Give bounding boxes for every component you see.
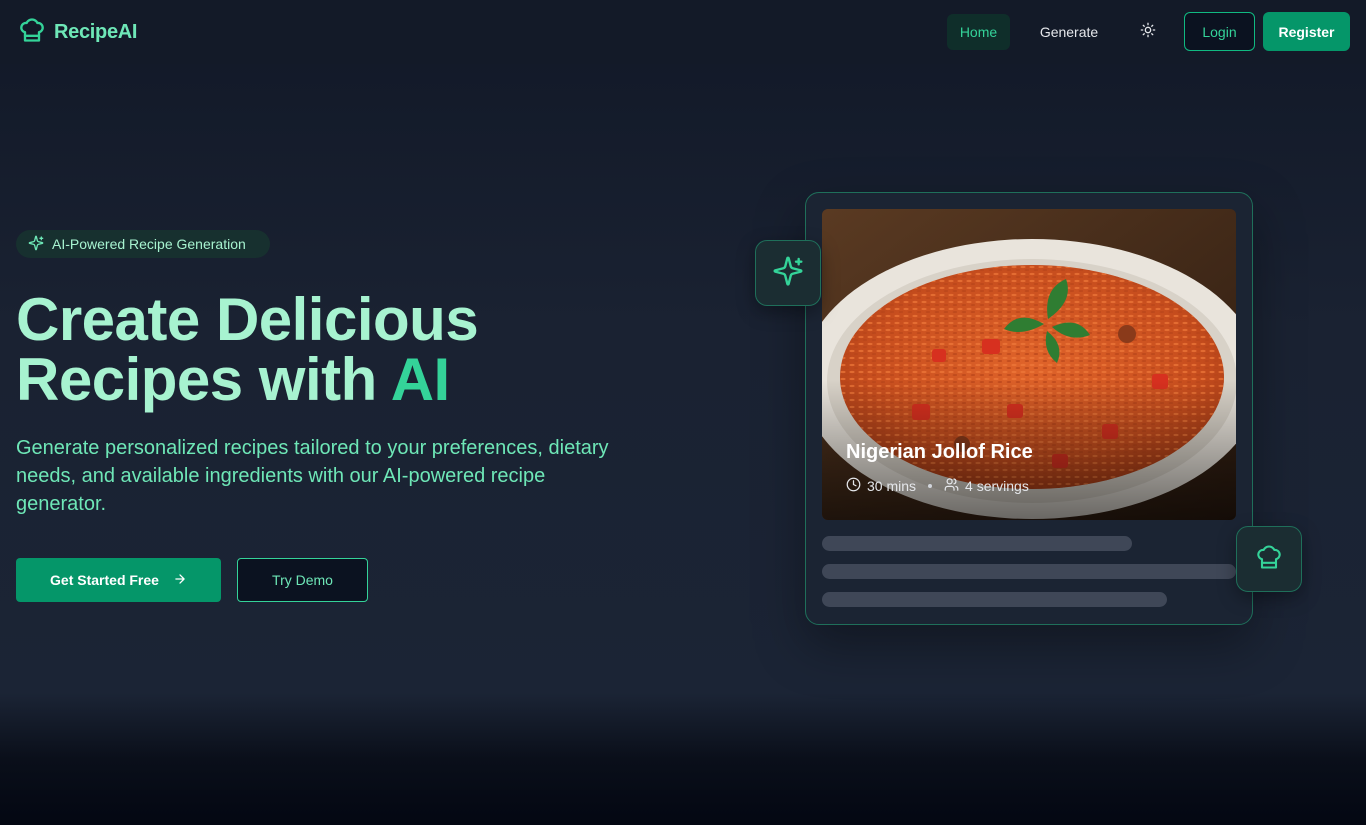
sun-icon xyxy=(1140,22,1156,43)
skeleton-line-2 xyxy=(822,564,1236,579)
skeleton-line-3 xyxy=(822,592,1167,607)
sparkles-icon xyxy=(28,235,44,254)
register-button[interactable]: Register xyxy=(1263,12,1350,51)
chef-hat-icon xyxy=(1255,543,1283,576)
hero-title-line1: Create Delicious xyxy=(16,286,479,353)
brand-name: RecipeAI xyxy=(54,21,138,43)
badge-text: AI-Powered Recipe Generation xyxy=(52,236,246,252)
ai-badge: AI-Powered Recipe Generation xyxy=(16,230,270,258)
recipe-image: Nigerian Jollof Rice 30 mins 4 servings xyxy=(822,209,1236,520)
hero-title: Create Delicious Recipes with AI xyxy=(16,290,656,410)
clock-icon xyxy=(846,477,861,495)
users-icon xyxy=(944,477,959,495)
hero-subtitle: Generate personalized recipes tailored t… xyxy=(16,437,609,515)
brand-logo[interactable]: RecipeAI xyxy=(18,16,137,49)
skeleton-line-1 xyxy=(822,536,1132,551)
meta-separator xyxy=(928,484,933,488)
floating-sparkles-badge xyxy=(755,240,821,306)
hero-title-line2: Recipes with xyxy=(16,346,391,413)
recipe-servings: 4 servings xyxy=(965,478,1029,494)
get-started-button[interactable]: Get Started Free xyxy=(16,558,221,602)
jollof-rice-illustration xyxy=(822,209,1236,520)
theme-toggle-button[interactable] xyxy=(1132,16,1164,48)
nav-generate-link[interactable]: Generate xyxy=(1029,14,1109,50)
sparkles-icon xyxy=(772,255,804,292)
arrow-right-icon xyxy=(173,572,187,589)
recipe-time: 30 mins xyxy=(867,478,917,494)
recipe-title: Nigerian Jollof Rice xyxy=(846,441,1033,463)
login-button[interactable]: Login xyxy=(1184,12,1255,51)
get-started-label: Get Started Free xyxy=(50,572,159,588)
hero-title-accent: AI xyxy=(390,346,451,413)
chef-hat-icon xyxy=(18,16,46,49)
recipe-meta: 30 mins 4 servings xyxy=(846,477,1029,495)
try-demo-button[interactable]: Try Demo xyxy=(237,558,368,602)
top-navbar: RecipeAI Home Generate Login Register xyxy=(0,0,1366,64)
floating-chef-hat-badge xyxy=(1236,526,1302,592)
nav-home-link[interactable]: Home xyxy=(947,14,1010,50)
